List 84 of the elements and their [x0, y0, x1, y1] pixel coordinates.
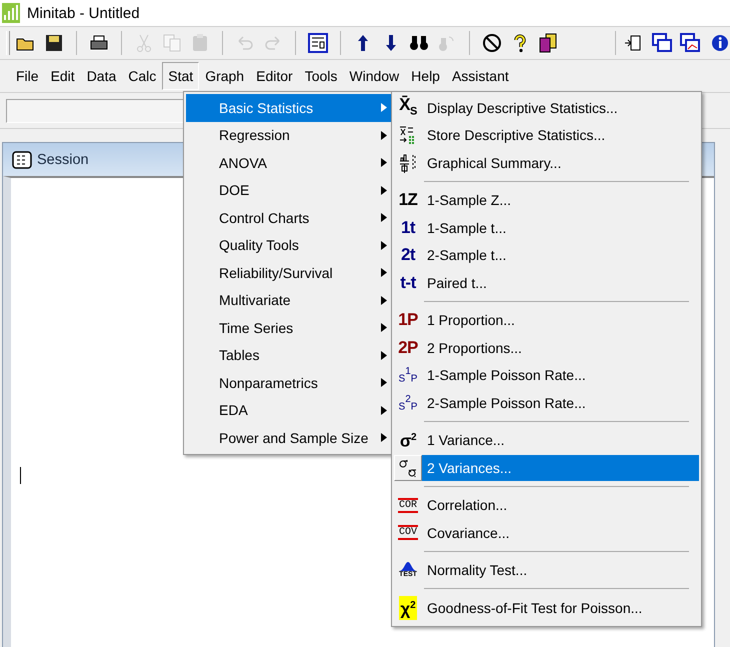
menu-item[interactable]: Power and Sample Size: [186, 424, 393, 452]
menu-item[interactable]: Goodness-of-Fit Test for Poisson...: [422, 594, 699, 621]
menu-item[interactable]: Reliability/Survival: [186, 259, 393, 286]
prohibited-icon: [482, 33, 502, 53]
session-title: Session: [37, 152, 89, 168]
windows-icon: [652, 33, 672, 53]
stacked-pages-icon: [538, 33, 558, 53]
submenu-arrow-icon: [381, 240, 387, 250]
submenu-arrow-icon: [381, 103, 387, 112]
menu-item[interactable]: Graph: [199, 62, 250, 90]
submenu-arrow-icon: [381, 158, 387, 168]
menu-item[interactable]: Basic Statistics: [186, 94, 393, 122]
menu-item[interactable]: Calc: [122, 62, 162, 90]
menu-item[interactable]: Store Descriptive Statistics...: [422, 122, 699, 148]
menu-item[interactable]: Display Descriptive Statistics...: [422, 94, 699, 121]
submenu-arrow-icon: [381, 406, 387, 415]
graph-windows-icon: [680, 33, 700, 53]
session-icon: [12, 150, 32, 168]
menu-item[interactable]: 2 Variances...: [422, 454, 699, 481]
menu-item[interactable]: 2-Sample Poisson Rate...: [422, 390, 699, 416]
menu-item[interactable]: Time Series: [186, 314, 393, 342]
menu-item[interactable]: Normality Test...: [422, 557, 699, 584]
scissors-icon: [134, 33, 154, 53]
toolbar-button[interactable]: [480, 31, 504, 55]
statistic-symbol-icon: 1Z: [398, 190, 418, 210]
menu-item[interactable]: Multivariate: [186, 286, 393, 314]
menu-item[interactable]: DOE: [186, 176, 393, 204]
menu-item[interactable]: Correlation...: [422, 492, 699, 518]
window-list-icon: [308, 33, 328, 53]
menu-item[interactable]: Quality Tools: [186, 232, 393, 259]
menu-item[interactable]: Editor: [250, 62, 299, 90]
submenu-arrow-icon: [381, 433, 387, 442]
clipboard-icon: [190, 33, 210, 53]
toolbar-button[interactable]: [678, 31, 702, 55]
submenu-arrow-icon: [381, 323, 387, 332]
submenu-arrow-icon: [381, 296, 387, 305]
menu-item[interactable]: Assistant: [446, 62, 515, 90]
menu-item[interactable]: Regression: [186, 122, 393, 149]
graphical-summary-icon: [398, 152, 418, 173]
statistic-symbol-icon: t-t: [400, 272, 416, 293]
menu-item[interactable]: Control Charts: [186, 204, 393, 232]
menu-item[interactable]: 2-Sample t...: [422, 242, 699, 268]
window-title: Minitab - Untitled: [27, 4, 140, 22]
menu-item[interactable]: Nonparametrics: [186, 369, 393, 396]
submenu-arrow-icon: [381, 130, 387, 140]
statistic-symbol-icon: 1P: [398, 310, 418, 330]
menu-item[interactable]: Graphical Summary...: [422, 150, 699, 176]
menu-item[interactable]: Paired t...: [422, 270, 699, 296]
toolbar-button[interactable]: [650, 31, 674, 55]
menu-item[interactable]: 2 Proportions...: [422, 334, 699, 361]
statistic-symbol-icon: X̄$_{S}$: [399, 94, 417, 121]
submenu-arrow-icon: [381, 268, 387, 278]
binoculars-icon: [409, 33, 429, 53]
menu-item[interactable]: 1-Sample Poisson Rate...: [422, 362, 699, 388]
text-cursor: [20, 467, 21, 484]
menu-item[interactable]: Data: [80, 62, 122, 90]
submenu-arrow-icon: [381, 213, 387, 222]
menu-item[interactable]: ANOVA: [186, 149, 393, 176]
menu-item[interactable]: Stat: [162, 62, 200, 90]
chi-square-icon: χ$^{2}$: [399, 596, 417, 620]
save-icon: [44, 33, 64, 53]
statistic-symbol-icon: 2t: [400, 245, 416, 266]
menu-item[interactable]: Covariance...: [422, 520, 699, 546]
statistic-symbol-icon: 1t: [400, 218, 416, 238]
menu-item[interactable]: Tools: [298, 62, 344, 90]
toolbar-button[interactable]: [306, 31, 330, 55]
menu-item[interactable]: 1-Sample Z...: [422, 187, 699, 214]
menu-item[interactable]: 1-Sample t...: [422, 214, 699, 241]
submenu-arrow-icon: [381, 350, 387, 360]
combo-box[interactable]: [6, 98, 184, 122]
menu-item[interactable]: Window: [343, 62, 406, 90]
menu-item[interactable]: Help: [405, 62, 446, 90]
menu-item[interactable]: EDA: [186, 396, 393, 424]
menu-item[interactable]: 1 Variance...: [422, 427, 699, 454]
menu-item[interactable]: Edit: [44, 62, 81, 90]
statistic-symbol-icon: 2P: [398, 338, 418, 358]
submenu-arrow-icon: [381, 186, 387, 195]
menu-item[interactable]: Tables: [186, 342, 393, 369]
menu-item[interactable]: 1 Proportion...: [422, 307, 699, 334]
submenu-arrow-icon: [381, 378, 387, 388]
variance-ratio-icon: [398, 458, 418, 478]
statistic-symbol-icon: σ$^{2}$: [400, 428, 416, 452]
menu-item[interactable]: File: [10, 62, 45, 90]
copy-icon: [162, 33, 182, 53]
